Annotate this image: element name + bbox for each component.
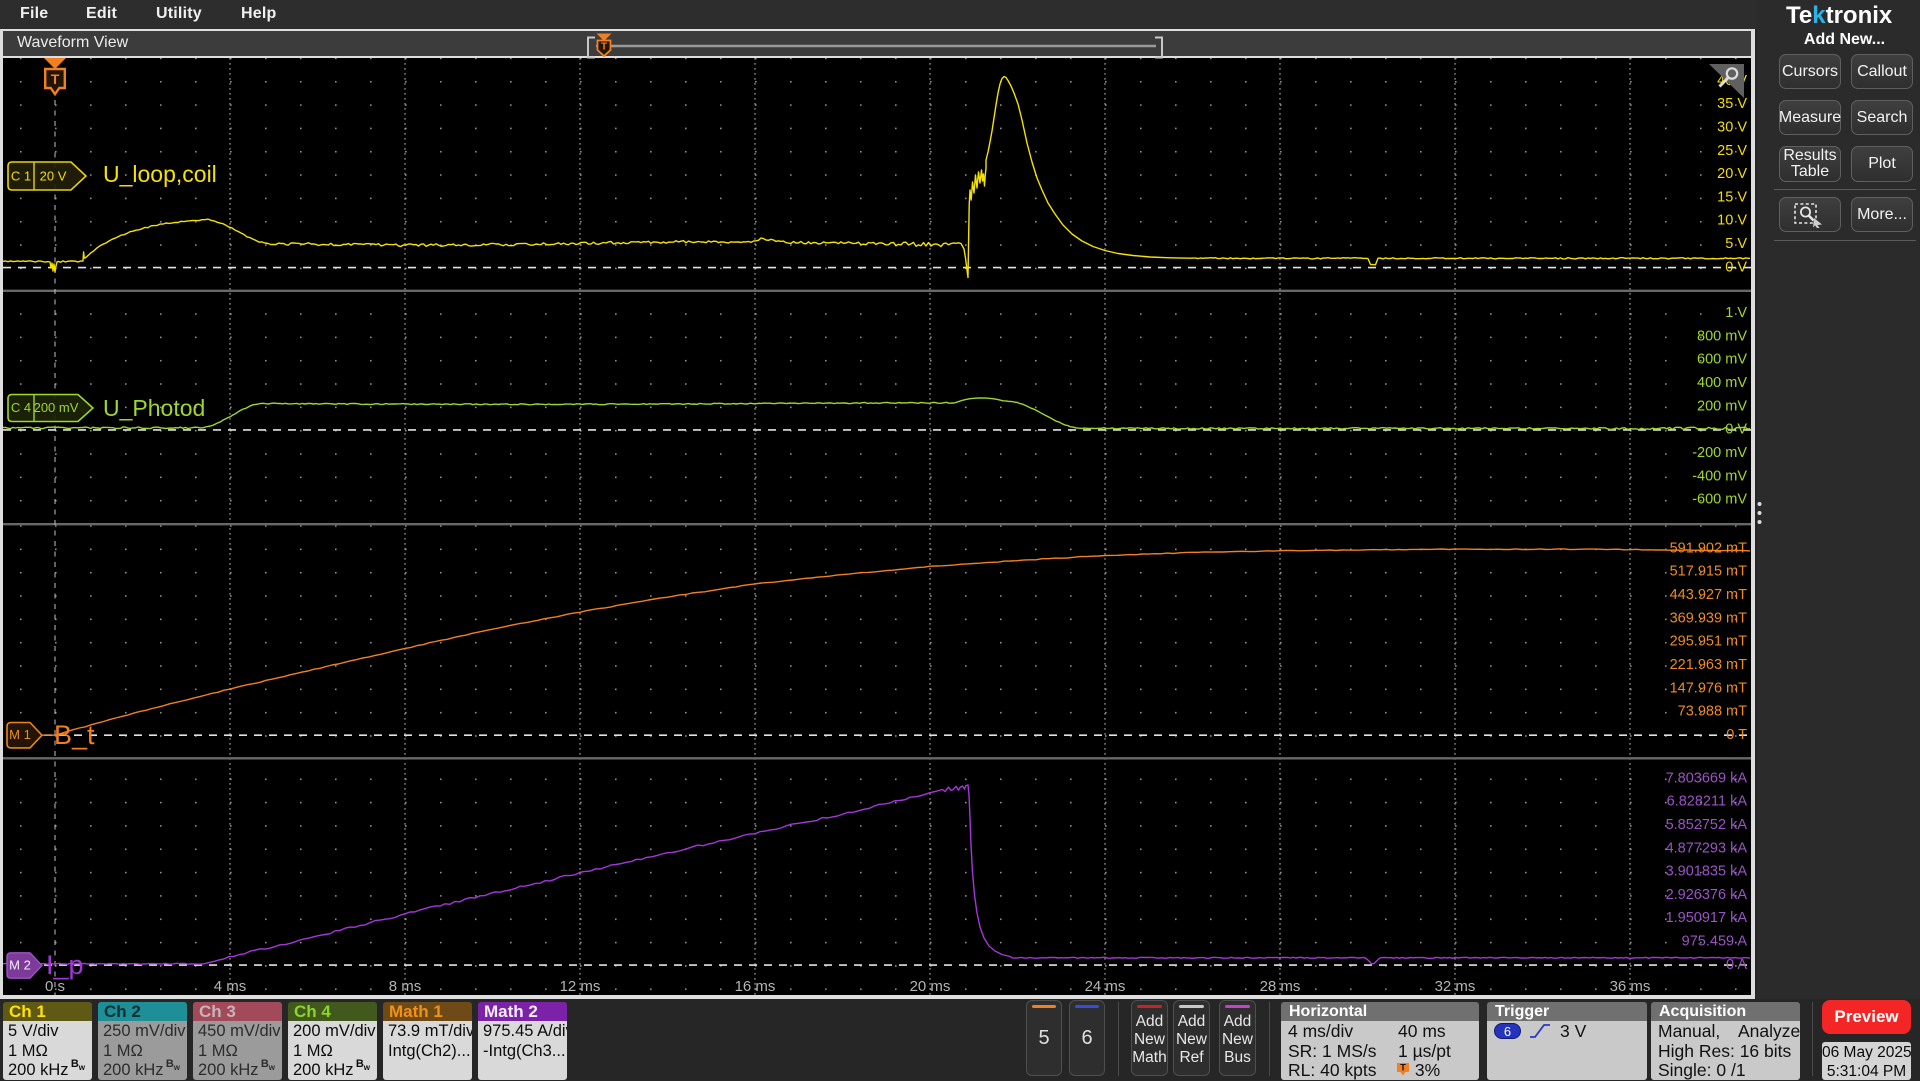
svg-text:U_Photod: U_Photod — [103, 395, 205, 421]
svg-text:15 V: 15 V — [1717, 189, 1747, 205]
svg-text:20 V: 20 V — [1717, 166, 1747, 182]
svg-text:C 1: C 1 — [11, 168, 31, 183]
svg-text:200 mV: 200 mV — [34, 400, 79, 415]
svg-text:35 V: 35 V — [1717, 96, 1747, 112]
svg-text:20 V: 20 V — [40, 168, 67, 183]
svg-text:1.950917 kA: 1.950917 kA — [1666, 910, 1748, 926]
svg-text:I_p: I_p — [46, 950, 84, 980]
svg-text:30 V: 30 V — [1717, 119, 1747, 135]
svg-text:800 mV: 800 mV — [1697, 328, 1747, 344]
svg-text:369.939 mT: 369.939 mT — [1670, 610, 1748, 626]
svg-text:73.988 mT: 73.988 mT — [1678, 704, 1747, 720]
svg-text:200 mV: 200 mV — [1697, 398, 1747, 414]
svg-text:32 ms: 32 ms — [1435, 978, 1476, 995]
svg-text:C 4: C 4 — [11, 400, 31, 415]
svg-text:2.926376 kA: 2.926376 kA — [1666, 887, 1748, 903]
svg-text:5.852752 kA: 5.852752 kA — [1666, 817, 1748, 833]
svg-text:28 ms: 28 ms — [1260, 978, 1301, 995]
svg-text:295.951 mT: 295.951 mT — [1670, 634, 1748, 650]
svg-text:975.459 A: 975.459 A — [1682, 934, 1748, 950]
svg-text:4.877293 kA: 4.877293 kA — [1666, 840, 1748, 856]
svg-text:0 V: 0 V — [1725, 259, 1747, 275]
svg-text:10 V: 10 V — [1717, 213, 1747, 229]
svg-text:20 ms: 20 ms — [910, 978, 951, 995]
svg-text:T: T — [1400, 1063, 1406, 1073]
svg-text:-200 mV: -200 mV — [1692, 445, 1747, 461]
svg-text:3.901835 kA: 3.901835 kA — [1666, 864, 1748, 880]
svg-text:8 ms: 8 ms — [389, 978, 422, 995]
svg-text:0 s: 0 s — [45, 978, 65, 995]
svg-text:-600 mV: -600 mV — [1692, 492, 1747, 508]
svg-text:0 T: 0 T — [1726, 727, 1747, 743]
svg-text:147.976 mT: 147.976 mT — [1670, 680, 1748, 696]
svg-text:0 A: 0 A — [1726, 957, 1747, 973]
svg-text:221.963 mT: 221.963 mT — [1670, 657, 1748, 673]
svg-text:25 V: 25 V — [1717, 143, 1747, 159]
svg-text:443.927 mT: 443.927 mT — [1670, 587, 1748, 603]
svg-text:6.828211 kA: 6.828211 kA — [1667, 794, 1748, 810]
svg-text:-400 mV: -400 mV — [1692, 468, 1747, 484]
svg-text:T: T — [51, 71, 60, 87]
svg-text:M 2: M 2 — [9, 957, 31, 972]
svg-text:7.803669 kA: 7.803669 kA — [1666, 770, 1748, 786]
svg-text:12 ms: 12 ms — [560, 978, 601, 995]
svg-text:600 mV: 600 mV — [1697, 352, 1747, 368]
svg-text:24 ms: 24 ms — [1085, 978, 1126, 995]
svg-text:16 ms: 16 ms — [735, 978, 776, 995]
svg-text:36 ms: 36 ms — [1610, 978, 1651, 995]
svg-text:400 mV: 400 mV — [1697, 375, 1747, 391]
svg-text:4 ms: 4 ms — [214, 978, 247, 995]
svg-text:5 V: 5 V — [1725, 236, 1747, 252]
svg-text:M 1: M 1 — [9, 727, 31, 742]
svg-text:517.915 mT: 517.915 mT — [1670, 564, 1748, 580]
svg-text:591.902 mT: 591.902 mT — [1670, 540, 1748, 556]
svg-text:1 V: 1 V — [1725, 305, 1747, 321]
svg-text:U_loop,coil: U_loop,coil — [103, 161, 217, 187]
svg-text:B_t: B_t — [54, 720, 95, 750]
